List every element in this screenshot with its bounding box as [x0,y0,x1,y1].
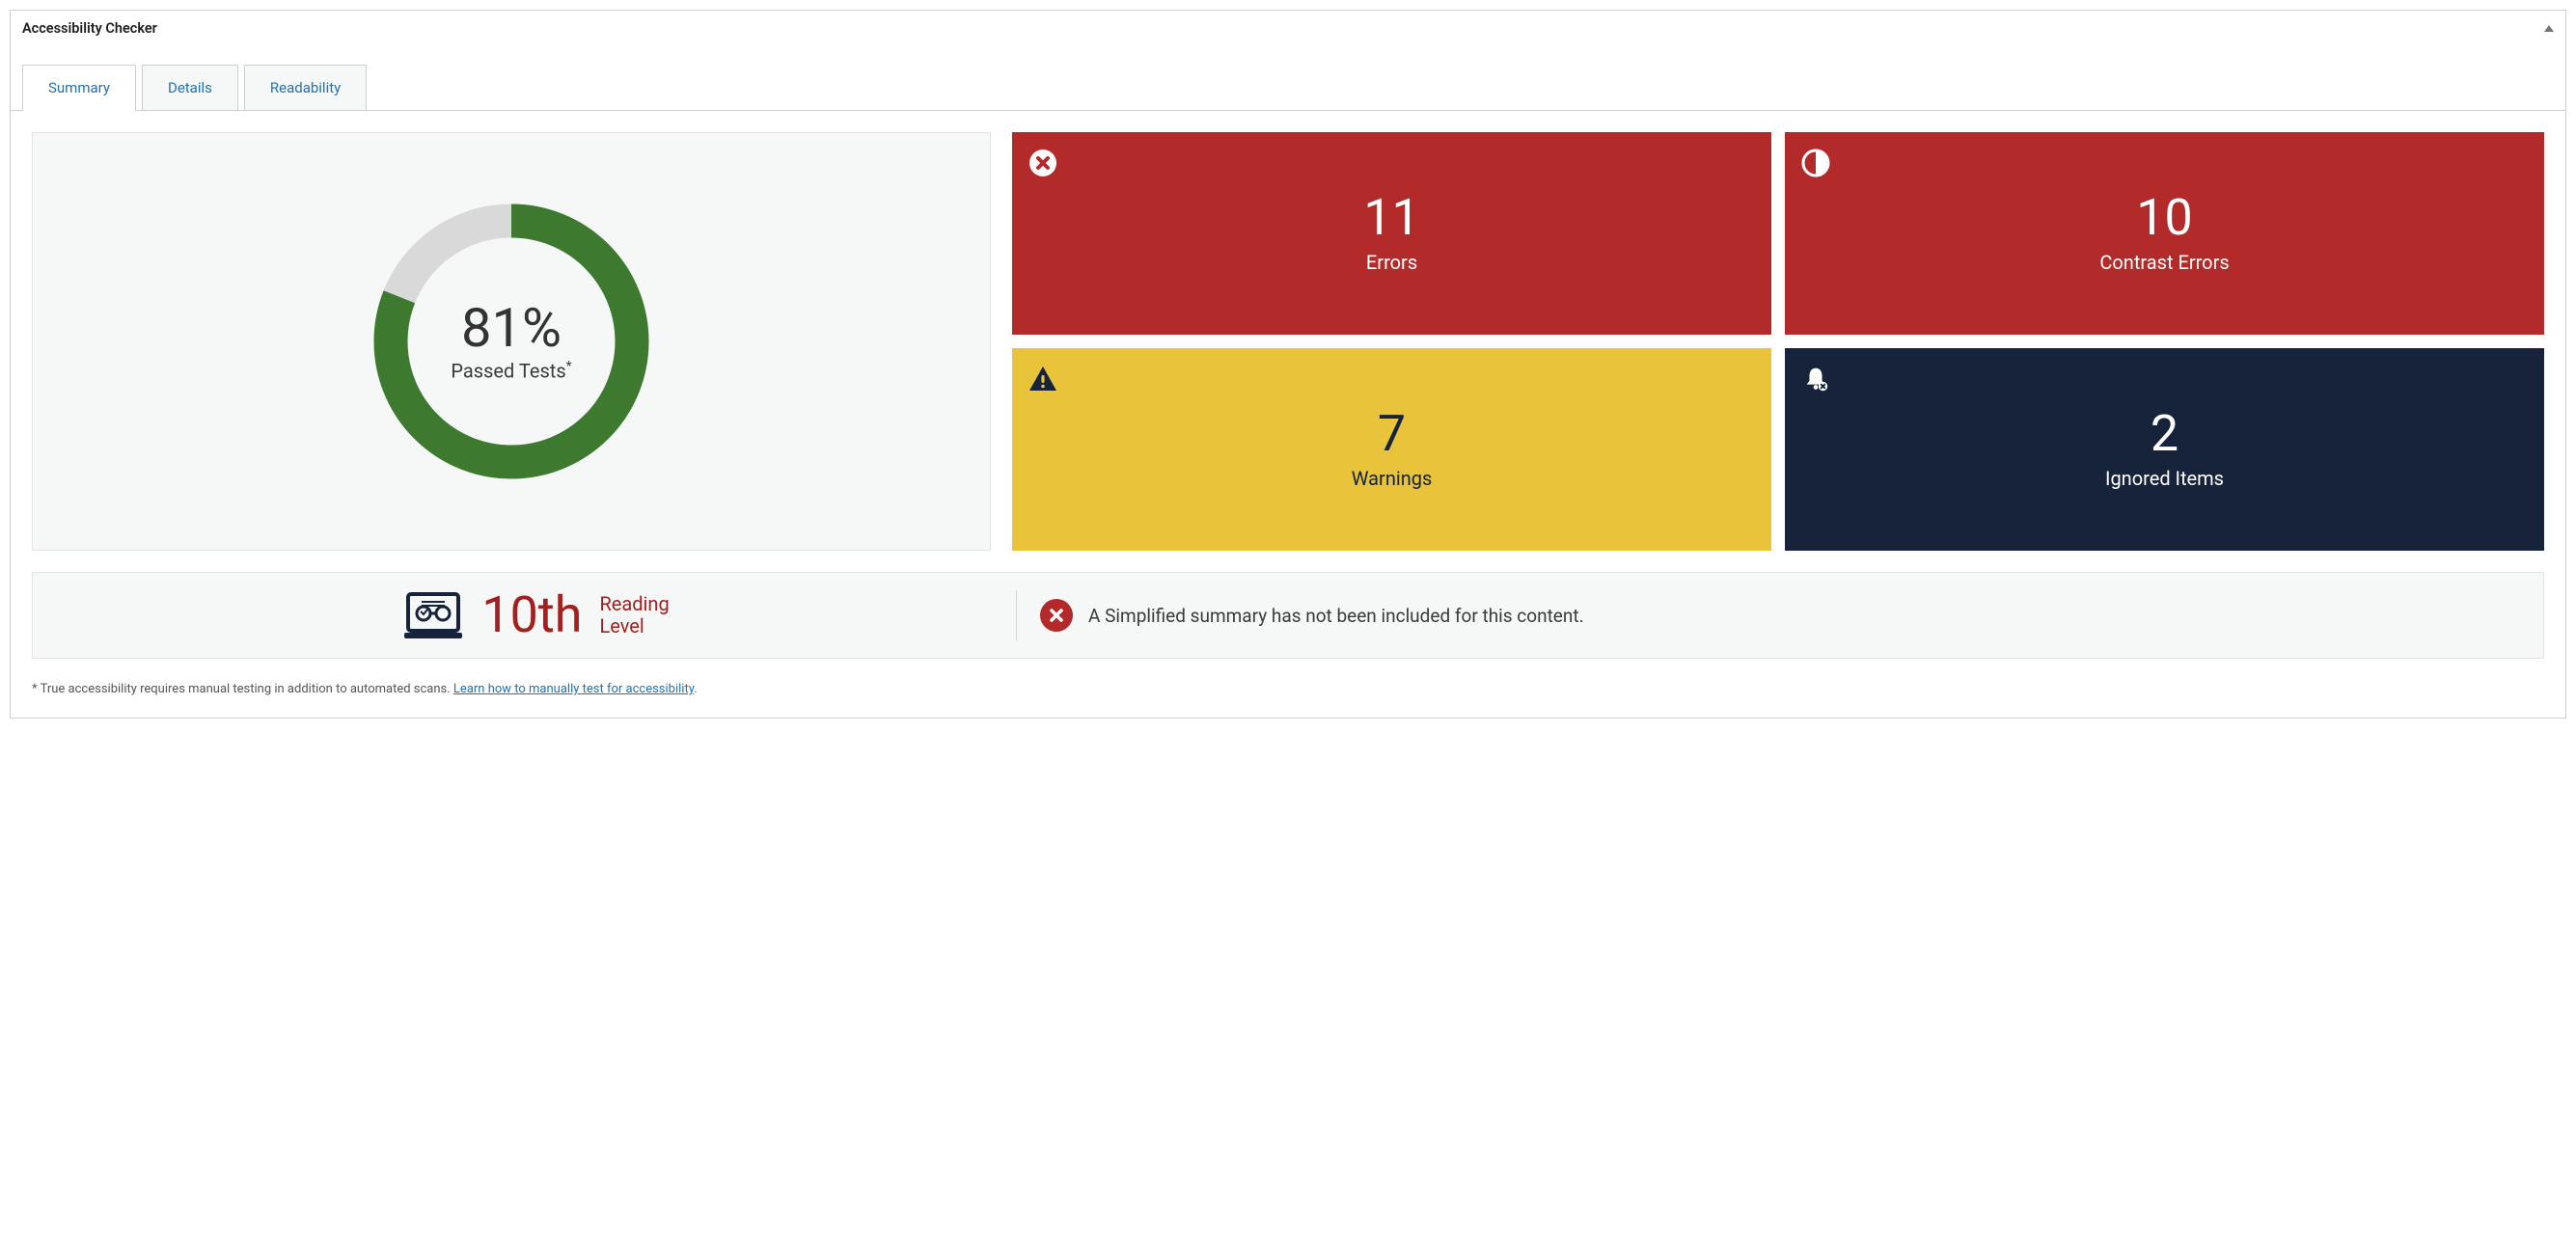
tab-readability-label: Readability [270,79,341,96]
tab-readability[interactable]: Readability [244,65,367,110]
summary-content: 81% Passed Tests* 11 Errors [11,111,2565,718]
simplified-summary-status: A Simplified summary has not been includ… [1040,590,2520,640]
stat-warnings[interactable]: 7 Warnings [1012,348,1771,551]
footnote-text: True accessibility requires manual testi… [38,682,453,696]
stat-errors-label: Errors [1366,251,1417,274]
passed-percent-label: Passed Tests* [451,359,571,383]
passed-percent-value: 81% [451,301,571,355]
panel-header: Accessibility Checker [11,11,2565,45]
circle-x-icon [1028,148,1058,178]
tab-details-label: Details [168,79,212,96]
accessibility-checker-panel: Accessibility Checker Summary Details Re… [10,10,2566,719]
passed-tests-donut: 81% Passed Tests* [367,197,656,486]
stat-warnings-label: Warnings [1352,467,1433,490]
stat-contrast-errors[interactable]: 10 Contrast Errors [1785,132,2544,335]
manual-test-link[interactable]: Learn how to manually test for accessibi… [453,682,694,696]
stat-contrast-label: Contrast Errors [2099,251,2229,274]
readability-icon [402,590,464,640]
tab-summary-label: Summary [48,79,110,96]
tab-summary[interactable]: Summary [22,65,136,110]
footnote-period: . [694,682,697,696]
stat-errors-count: 11 [1363,193,1419,243]
contrast-icon [1800,148,1831,178]
warning-triangle-icon [1028,364,1058,394]
footnote: * True accessibility requires manual tes… [32,682,2544,696]
collapse-toggle-icon[interactable] [2544,25,2554,32]
stat-warnings-count: 7 [1378,409,1406,459]
stat-ignored[interactable]: 2 Ignored Items [1785,348,2544,551]
reading-grade-value: 10th [481,590,582,640]
tab-details[interactable]: Details [142,65,238,110]
circle-x-icon [1040,599,1073,632]
stat-ignored-count: 2 [2151,409,2179,459]
passed-tests-card: 81% Passed Tests* [32,132,991,551]
reading-grade-label: Reading Level [599,593,669,638]
bell-muted-icon [1800,364,1831,394]
tab-bar: Summary Details Readability [11,65,2565,111]
stat-ignored-label: Ignored Items [2105,467,2224,490]
stat-grid: 11 Errors 10 Contrast Errors 7 Warnings [1012,132,2544,551]
stat-errors[interactable]: 11 Errors [1012,132,1771,335]
bottom-status-bar: 10th Reading Level A Simplified summary … [32,572,2544,659]
simplified-summary-message: A Simplified summary has not been includ… [1088,605,1584,627]
stat-contrast-count: 10 [2136,193,2192,243]
panel-title: Accessibility Checker [22,20,157,37]
reading-level-block: 10th Reading Level [56,590,1017,640]
top-grid: 81% Passed Tests* 11 Errors [32,132,2544,551]
